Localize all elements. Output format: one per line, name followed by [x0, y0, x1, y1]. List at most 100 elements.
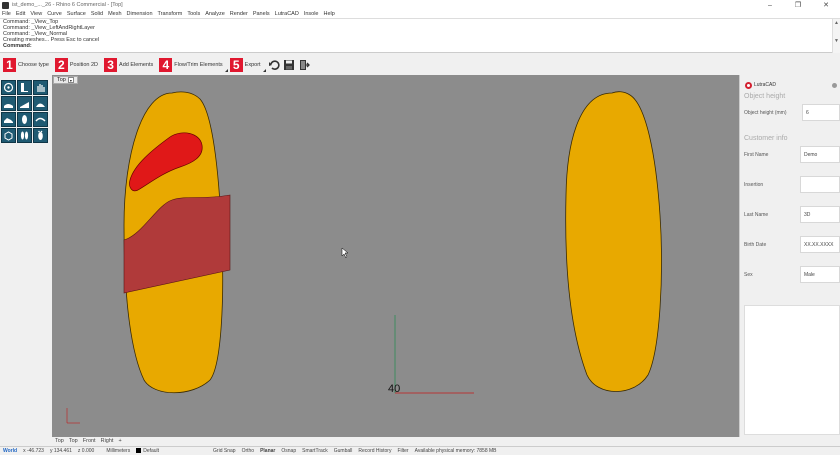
menu-mesh[interactable]: Mesh [108, 11, 121, 17]
step-number: 2 [54, 57, 68, 72]
tab-front[interactable]: Front [83, 438, 96, 444]
right-insole[interactable] [565, 91, 662, 392]
tab-top[interactable]: Top [55, 438, 64, 444]
menu-file[interactable]: File [2, 11, 11, 17]
birth-date-row: Birth Date XX.XX.XXXX [740, 236, 840, 253]
toggle-osnap[interactable]: Osnap [281, 448, 296, 454]
command-prompt[interactable]: Command: [0, 43, 840, 49]
rhino-window: ist_demo_..._26 - Rhino 6 Commercial - [… [0, 0, 840, 455]
step-number: 4 [159, 57, 173, 72]
window-title: ist_demo_..._26 - Rhino 6 Commercial - [… [12, 2, 123, 8]
notes-area[interactable] [744, 305, 840, 435]
status-bar: World x -46.723 y 134.461 z 0.000 Millim… [0, 446, 840, 455]
top-viewport[interactable]: 40 Top ▾ [52, 75, 739, 437]
birth-date-input[interactable]: XX.XX.XXXX [800, 236, 840, 253]
last-name-input[interactable]: 3D [800, 206, 840, 223]
scroll-up-icon[interactable]: ▲ [833, 19, 840, 27]
menu-help[interactable]: Help [324, 11, 335, 17]
viewport-dropdown-icon[interactable]: ▾ [67, 77, 74, 83]
viewport-canvas[interactable]: 40 [52, 75, 739, 437]
scroll-down-icon[interactable]: ▼ [833, 37, 840, 45]
menu-panels[interactable]: Panels [253, 11, 270, 17]
y-coordinate: y 134.461 [49, 448, 72, 454]
menu-analyze[interactable]: Analyze [205, 11, 225, 17]
viewport-title[interactable]: Top ▾ [53, 76, 78, 84]
first-name-input[interactable]: Demo [800, 146, 840, 163]
first-name-row: First Name Demo [740, 146, 840, 163]
menu-curve[interactable]: Curve [47, 11, 62, 17]
menu-view[interactable]: View [30, 11, 42, 17]
step-flow-trim-button[interactable]: 4 Flow/Trim Elements [159, 57, 223, 72]
section-customer-info: Customer info [744, 135, 788, 142]
menu-transform[interactable]: Transform [158, 11, 183, 17]
menu-lutracad[interactable]: LutraCAD [275, 11, 299, 17]
menu-edit[interactable]: Edit [16, 11, 25, 17]
shoe-icon[interactable] [1, 112, 16, 127]
flyout-corner-icon [262, 69, 266, 72]
menu-render[interactable]: Render [230, 11, 248, 17]
hand-icon[interactable] [33, 80, 48, 95]
close-button[interactable]: ✕ [812, 0, 840, 10]
step-label: Export [244, 61, 261, 68]
x-coordinate: x -46.723 [23, 448, 44, 454]
last-name-label: Last Name [744, 211, 769, 218]
insertion-input[interactable] [800, 176, 840, 193]
menu-dimension[interactable]: Dimension [127, 11, 153, 17]
birth-date-label: Birth Date [744, 241, 767, 248]
wedge-icon[interactable] [17, 96, 32, 111]
toggle-filter[interactable]: Filter [397, 448, 408, 454]
tab-right[interactable]: Right [101, 438, 114, 444]
command-scrollbar[interactable]: ▲ ▼ [832, 19, 840, 53]
memory-status: Available physical memory: 7858 MB [414, 448, 497, 454]
window-controls: – ❐ ✕ [756, 0, 840, 10]
feet-pair-icon[interactable] [17, 128, 32, 143]
rhino-app-icon [2, 1, 9, 9]
units-label[interactable]: Millimeters [106, 448, 130, 454]
command-area: Command: _View_Top Command: _View_LeftAn… [0, 18, 840, 53]
step-number: 5 [229, 57, 243, 72]
menu-tools[interactable]: Tools [187, 11, 200, 17]
cplane-indicator[interactable]: World [3, 448, 17, 454]
step-number: 1 [3, 57, 16, 72]
toggle-planar[interactable]: Planar [260, 448, 275, 454]
step-position-2d-button[interactable]: 2 Position 2D [54, 57, 98, 72]
cube-icon[interactable] [1, 128, 16, 143]
lutracad-panel: LutraCAD Object height Object height (mm… [739, 75, 840, 437]
toggle-ortho[interactable]: Ortho [242, 448, 255, 454]
z-coordinate: z 0.000 [77, 448, 95, 454]
insole-top-icon[interactable] [17, 112, 32, 127]
menu-solid[interactable]: Solid [91, 11, 103, 17]
object-height-input[interactable]: 6 [802, 104, 840, 121]
sex-select[interactable]: Male [800, 266, 840, 283]
toggle-grid-snap[interactable]: Grid Snap [213, 448, 236, 454]
heel-lift-icon[interactable] [1, 96, 16, 111]
step-add-elements-button[interactable]: 3 Add Elements [104, 57, 153, 72]
footprint-icon[interactable] [33, 128, 48, 143]
ball-tool-icon[interactable] [1, 80, 16, 95]
exit-icon[interactable] [298, 59, 310, 71]
menu-bar: File Edit View Curve Surface Solid Mesh … [0, 10, 840, 18]
menu-insole[interactable]: Insole [304, 11, 319, 17]
undo-icon[interactable] [268, 59, 280, 71]
step-number: 3 [104, 57, 118, 72]
toggle-smarttrack[interactable]: SmartTrack [302, 448, 328, 454]
foot-side-icon[interactable] [17, 80, 32, 95]
minimize-button[interactable]: – [756, 0, 784, 10]
layer-name: Default [143, 448, 160, 454]
add-tab-icon[interactable]: + [118, 438, 121, 444]
step-choose-type-button[interactable]: 1 Choose type [3, 57, 49, 72]
layer-indicator[interactable]: Default [136, 448, 159, 454]
toggle-record-history[interactable]: Record History [358, 448, 391, 454]
save-icon[interactable] [283, 59, 295, 71]
contour-icon[interactable] [33, 112, 48, 127]
panel-header: LutraCAD [740, 79, 840, 91]
tab-top-2[interactable]: Top [69, 438, 78, 444]
menu-surface[interactable]: Surface [67, 11, 86, 17]
insole-workflow-toolbar: 1 Choose type 2 Position 2D 3 Add Elemen… [0, 54, 840, 75]
panel-close-icon[interactable] [832, 82, 837, 88]
step-export-button[interactable]: 5 Export [229, 57, 261, 72]
maximize-button[interactable]: ❐ [784, 0, 812, 10]
object-height-row: Object height (mm) 6 [740, 104, 840, 121]
toggle-gumball[interactable]: Gumball [334, 448, 353, 454]
arch-icon[interactable] [33, 96, 48, 111]
